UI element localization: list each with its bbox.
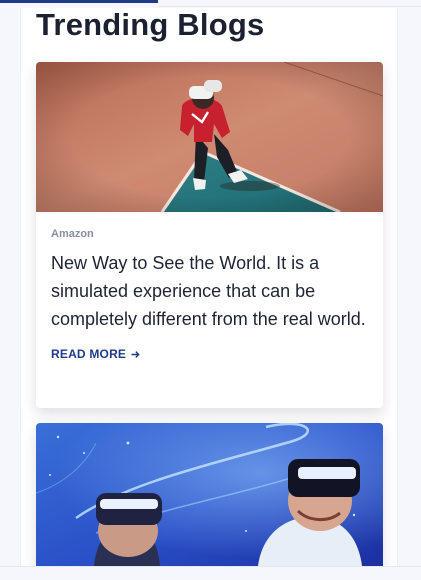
top-accent-bar — [0, 0, 158, 3]
blog-card[interactable] — [36, 423, 383, 566]
read-more-label: READ MORE — [51, 347, 127, 361]
blog-title[interactable]: New Way to See the World. It is a simula… — [51, 249, 368, 333]
vr-headset-users-image[interactable] — [36, 423, 383, 566]
blog-card[interactable]: Amazon New Way to See the World. It is a… — [36, 62, 383, 408]
blog-source: Amazon — [51, 228, 94, 240]
section-title: Trending Blogs — [36, 7, 265, 42]
page: Trending Blogs Amazon New Way to See the… — [0, 0, 421, 580]
bottom-bar — [0, 566, 421, 580]
read-more-link[interactable]: READ MORE — [51, 347, 140, 361]
vr-person-on-court-image[interactable] — [36, 62, 383, 212]
arrow-right-icon — [131, 350, 140, 358]
